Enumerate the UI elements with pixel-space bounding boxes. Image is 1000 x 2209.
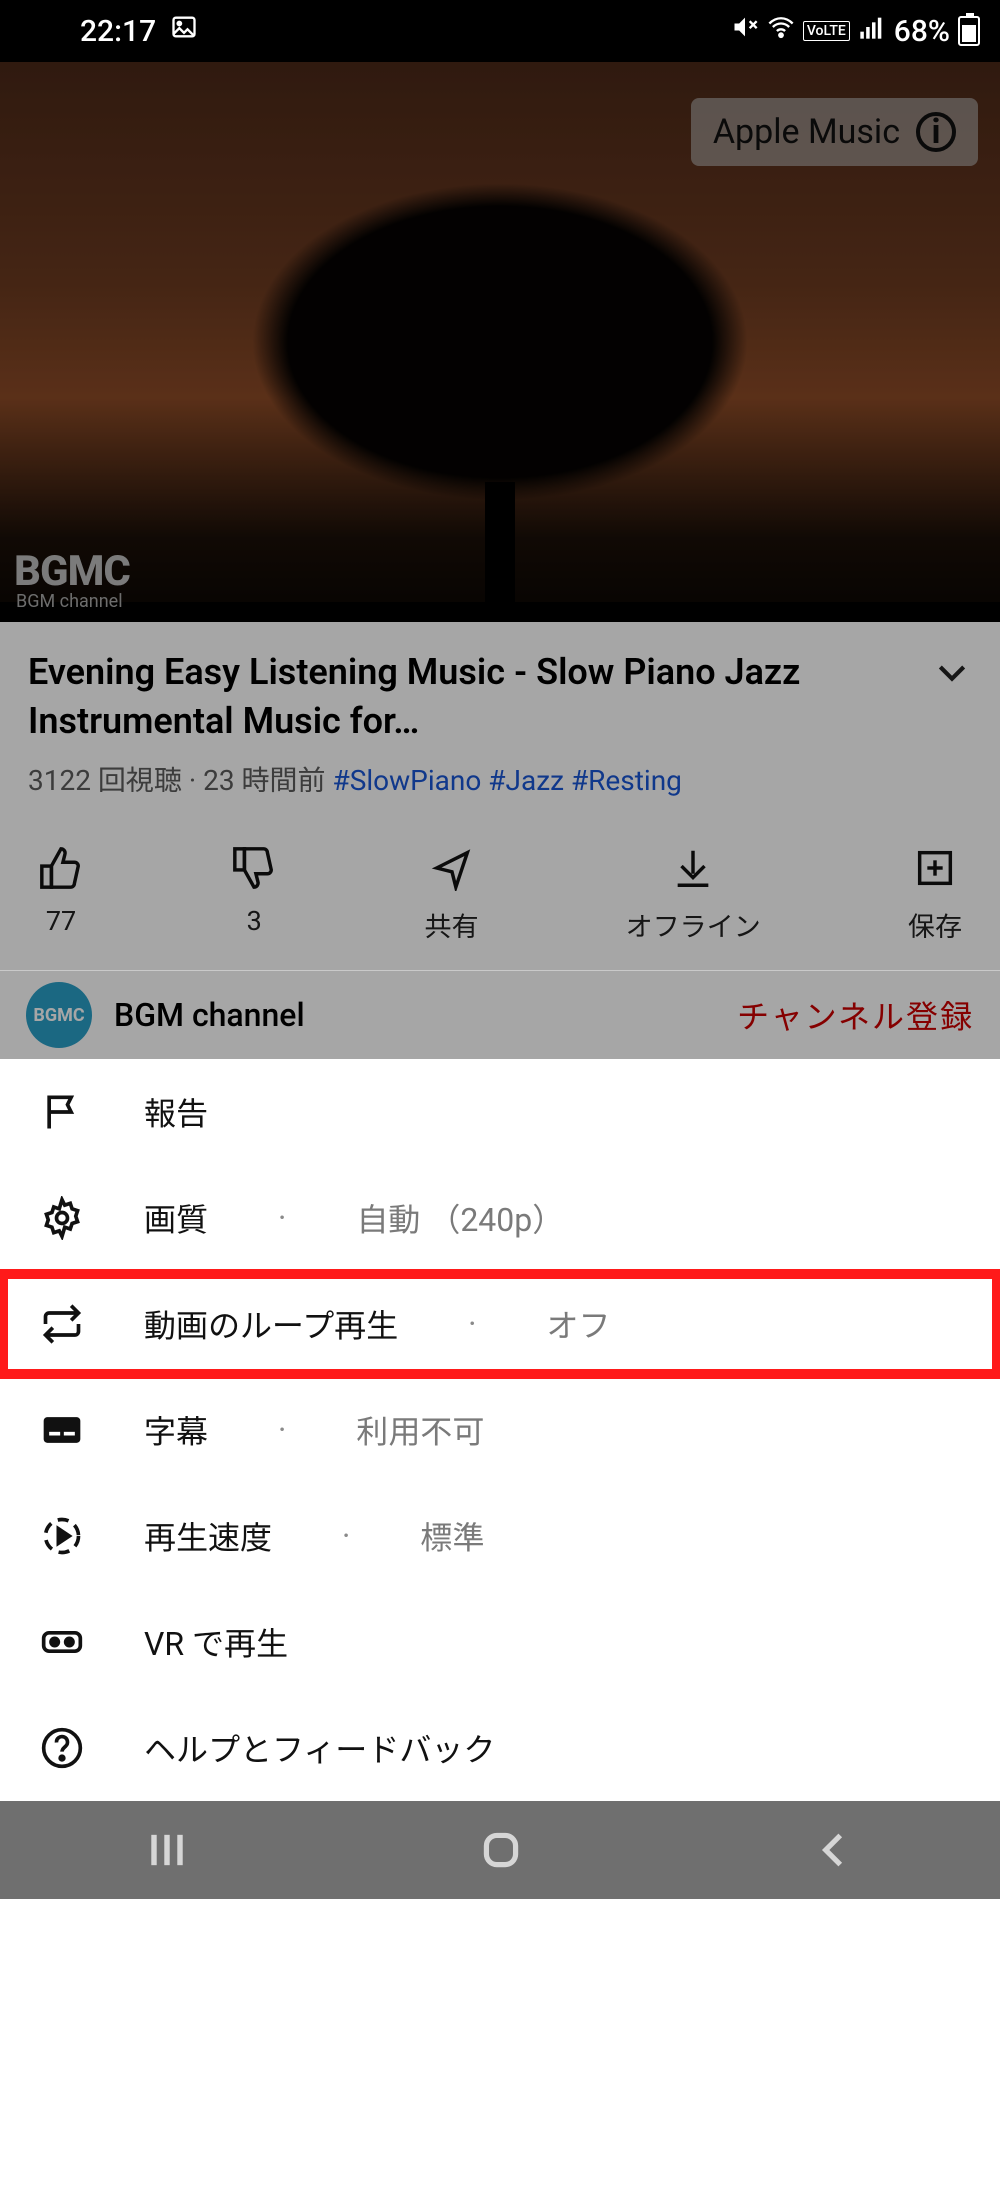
menu-item-loop[interactable]: 動画のループ再生 · オフ	[0, 1271, 1000, 1377]
back-button[interactable]	[809, 1825, 859, 1875]
dislike-button[interactable]: 3	[231, 845, 277, 944]
thumbs-down-icon	[231, 845, 277, 891]
menu-item-report[interactable]: 報告	[0, 1059, 1000, 1165]
menu-item-captions[interactable]: 字幕 · 利用不可	[0, 1377, 1000, 1483]
status-time: 22:17	[80, 14, 156, 49]
hashtag[interactable]: #Jazz	[488, 764, 564, 797]
hashtag[interactable]: #Resting	[571, 764, 682, 797]
share-button[interactable]: 共有	[425, 845, 479, 944]
vr-icon	[40, 1620, 84, 1664]
promo-chip-label: Apple Music	[713, 112, 900, 152]
home-button[interactable]	[476, 1825, 526, 1875]
channel-name[interactable]: BGM channel	[114, 996, 715, 1034]
help-icon	[40, 1726, 84, 1770]
quality-value: 自動 （240p）	[356, 1195, 564, 1241]
channel-row[interactable]: BGMC BGM channel チャンネル登録	[0, 971, 1000, 1059]
subscribe-button[interactable]: チャンネル登録	[737, 992, 974, 1038]
download-icon	[670, 845, 716, 891]
recents-button[interactable]	[141, 1824, 193, 1876]
loop-value: オフ	[546, 1301, 610, 1347]
menu-item-vr[interactable]: VR で再生	[0, 1589, 1000, 1695]
share-icon	[429, 845, 475, 891]
menu-item-quality[interactable]: 画質 · 自動 （240p）	[0, 1165, 1000, 1271]
hashtag[interactable]: #SlowPiano	[333, 764, 482, 797]
mute-icon	[731, 13, 759, 49]
flag-icon	[40, 1090, 84, 1134]
options-bottom-sheet: 報告 画質 · 自動 （240p） 動画のループ再生 · オフ 字幕 · 利用不…	[0, 1059, 1000, 1801]
like-button[interactable]: 77	[38, 845, 84, 944]
info-icon[interactable]: i	[916, 112, 956, 152]
save-button[interactable]: 保存	[908, 845, 962, 944]
video-meta: 3122 回視聴 · 23 時間前 #SlowPiano #Jazz #Rest…	[28, 759, 972, 799]
view-count: 3122 回視聴	[28, 764, 182, 797]
volte-icon: VoLTE	[803, 21, 850, 41]
speed-icon	[40, 1514, 84, 1558]
channel-avatar[interactable]: BGMC	[26, 982, 92, 1048]
promo-chip[interactable]: Apple Music i	[691, 98, 978, 166]
upload-age: 23 時間前	[203, 764, 325, 797]
gear-icon	[40, 1196, 84, 1240]
action-bar: 77 3 共有 オフライン 保存	[0, 809, 1000, 970]
video-title[interactable]: Evening Easy Listening Music - Slow Pian…	[28, 648, 932, 745]
save-icon	[912, 845, 958, 891]
loop-icon	[40, 1302, 84, 1346]
battery-text: 68%	[894, 14, 950, 49]
menu-item-playback-speed[interactable]: 再生速度 · 標準	[0, 1483, 1000, 1589]
system-nav-bar	[0, 1801, 1000, 1899]
captions-icon	[40, 1408, 84, 1452]
speed-value: 標準	[420, 1513, 484, 1559]
battery-icon	[958, 16, 980, 46]
signal-icon	[858, 13, 886, 49]
video-player[interactable]: BGMC BGM channel Apple Music i	[0, 62, 1000, 622]
expand-chevron-icon[interactable]	[932, 648, 972, 700]
wifi-icon	[767, 13, 795, 49]
menu-item-help[interactable]: ヘルプとフィードバック	[0, 1695, 1000, 1801]
video-info-panel: Evening Easy Listening Music - Slow Pian…	[0, 622, 1000, 809]
offline-button[interactable]: オフライン	[626, 845, 761, 944]
picture-icon	[170, 13, 198, 49]
thumbs-up-icon	[38, 845, 84, 891]
captions-value: 利用不可	[356, 1407, 484, 1453]
status-bar: 22:17 VoLTE 68%	[0, 0, 1000, 62]
